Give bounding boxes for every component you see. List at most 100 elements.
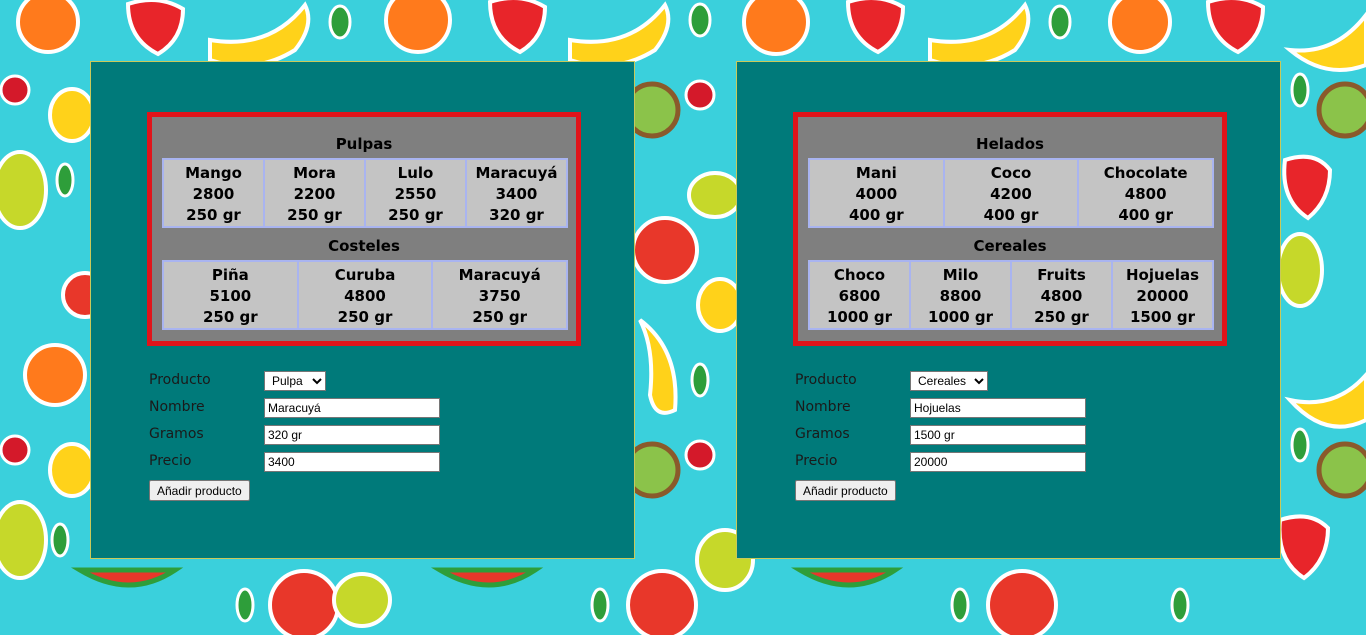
product-price: 6800: [838, 287, 881, 305]
orange-icon: [742, 0, 810, 56]
product-name: Fruits: [1037, 266, 1086, 284]
orange-icon: [16, 0, 80, 54]
product-cell: Mango 2800 250 gr: [164, 160, 263, 226]
precio-input[interactable]: [910, 452, 1086, 472]
producto-select[interactable]: Cereales: [910, 371, 988, 391]
cherry-icon: [684, 79, 716, 111]
product-name: Mango: [185, 164, 242, 182]
product-weight: 250 gr: [337, 308, 393, 326]
leaf-icon: [690, 362, 710, 398]
cherry-icon: [684, 439, 716, 471]
product-price: 4000: [855, 185, 898, 203]
precio-input[interactable]: [264, 452, 440, 472]
apple-icon: [626, 569, 698, 635]
product-cell: Choco 6800 1000 gr: [810, 262, 909, 328]
product-name: Mani: [855, 164, 897, 182]
nombre-label: Nombre: [795, 399, 851, 415]
gramos-input[interactable]: [910, 425, 1086, 445]
gramos-input[interactable]: [264, 425, 440, 445]
apple-icon: [268, 569, 340, 635]
leaf-icon: [55, 162, 75, 198]
right-bottom-product-grid: Choco 6800 1000 gr Milo 8800 1000 gr Fru…: [808, 260, 1214, 330]
product-name: Piña: [211, 266, 249, 284]
product-cell: Fruits 4800 250 gr: [1012, 262, 1111, 328]
product-weight: 250 gr: [388, 206, 443, 224]
lemon-icon: [48, 87, 96, 143]
product-weight: 400 gr: [983, 206, 1039, 224]
leaf-icon: [590, 587, 610, 623]
add-product-button[interactable]: Añadir producto: [795, 480, 896, 501]
precio-row: Precio: [795, 451, 1115, 472]
lemon-icon: [48, 442, 96, 498]
gramos-label: Gramos: [795, 426, 850, 442]
cherry-icon: [0, 434, 31, 466]
product-weight: 1000 gr: [826, 308, 893, 326]
product-weight: 400 gr: [849, 206, 904, 224]
precio-row: Precio: [149, 451, 469, 472]
nombre-row: Nombre: [795, 397, 1115, 418]
leaf-icon: [50, 522, 70, 558]
product-price: 2550: [394, 185, 437, 203]
product-cell: Coco 4200 400 gr: [944, 160, 1078, 226]
right-top-product-grid: Mani 4000 400 gr Coco 4200 400 gr Chocol…: [808, 158, 1214, 228]
right-products-box: Helados Mani 4000 400 gr Coco 4200 400 g…: [793, 112, 1227, 346]
product-name: Chocolate: [1103, 164, 1188, 182]
product-weight: 1500 gr: [1129, 308, 1196, 326]
nombre-row: Nombre: [149, 397, 469, 418]
product-price: 4800: [344, 287, 386, 305]
product-price: 2800: [192, 185, 235, 203]
apple-icon: [986, 569, 1058, 635]
product-name: Mora: [293, 164, 336, 182]
lime-icon: [332, 572, 392, 628]
leaf-icon: [1290, 427, 1310, 463]
category-title-cereales: Cereales: [973, 237, 1047, 255]
product-price: 4800: [1124, 185, 1167, 203]
producto-label: Producto: [795, 372, 857, 388]
product-name: Lulo: [397, 164, 434, 182]
precio-label: Precio: [149, 453, 192, 469]
product-cell: Piña 5100 250 gr: [164, 262, 297, 328]
product-weight: 250 gr: [1034, 308, 1089, 326]
product-price: 20000: [1136, 287, 1189, 305]
left-product-panel: Pulpas Mango 2800 250 gr Mora 2200 250 g…: [90, 61, 635, 559]
product-weight: 250 gr: [472, 308, 528, 326]
leaf-icon: [235, 587, 255, 623]
product-price: 2200: [293, 185, 336, 203]
producto-label: Producto: [149, 372, 211, 388]
product-price: 4800: [1040, 287, 1083, 305]
pear-icon: [0, 500, 48, 580]
nombre-input[interactable]: [910, 398, 1086, 418]
product-price: 8800: [939, 287, 982, 305]
product-name: Milo: [942, 266, 979, 284]
orange-icon: [384, 0, 452, 54]
product-cell: Maracuyá 3750 250 gr: [433, 262, 567, 328]
gramos-row: Gramos: [149, 424, 469, 445]
category-title-costeles: Costeles: [328, 237, 400, 255]
leaf-icon: [1048, 4, 1072, 40]
product-weight: 250 gr: [186, 206, 241, 224]
precio-label: Precio: [795, 453, 838, 469]
kiwi-icon: [1316, 441, 1366, 499]
product-cell: Milo 8800 1000 gr: [911, 262, 1010, 328]
category-title-helados: Helados: [976, 135, 1044, 153]
product-price: 3750: [478, 287, 521, 305]
product-cell: Mora 2200 250 gr: [265, 160, 364, 226]
nombre-input[interactable]: [264, 398, 440, 418]
product-cell: Mani 4000 400 gr: [810, 160, 943, 226]
kiwi-icon: [1316, 81, 1366, 139]
product-price: 4200: [990, 185, 1032, 203]
leaf-icon: [950, 587, 970, 623]
category-title-pulpas: Pulpas: [335, 135, 393, 153]
add-product-button[interactable]: Añadir producto: [149, 480, 250, 501]
leaf-icon: [1170, 587, 1190, 623]
product-price: 5100: [209, 287, 252, 305]
orange-icon: [1108, 0, 1172, 54]
product-cell: Maracuyá 3400 320 gr: [467, 160, 566, 226]
left-bottom-product-grid: Piña 5100 250 gr Curuba 4800 250 gr Mara…: [162, 260, 568, 330]
left-products-box: Pulpas Mango 2800 250 gr Mora 2200 250 g…: [147, 112, 581, 346]
leaf-icon: [328, 4, 352, 40]
producto-select[interactable]: Pulpa: [264, 371, 326, 391]
product-weight: 250 gr: [287, 206, 342, 224]
apple-icon: [631, 216, 699, 284]
product-name: Maracuyá: [475, 164, 558, 182]
